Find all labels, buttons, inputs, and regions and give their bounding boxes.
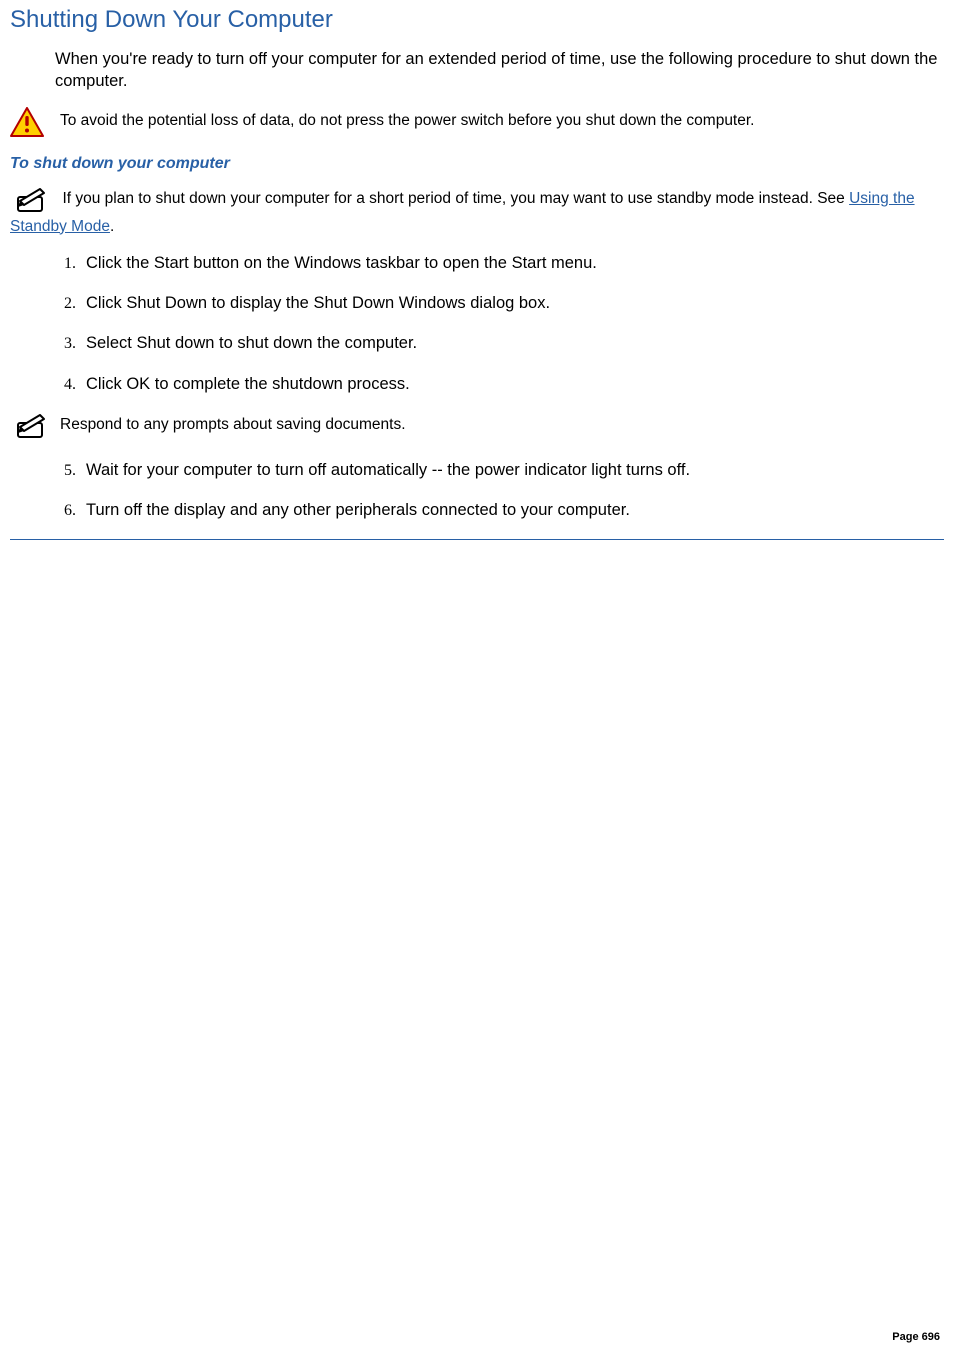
warning-callout: To avoid the potential loss of data, do … <box>10 107 944 137</box>
list-item: Turn off the display and any other perip… <box>80 499 944 521</box>
saving-note: Respond to any prompts about saving docu… <box>10 409 944 441</box>
warning-text: To avoid the potential loss of data, do … <box>60 111 754 132</box>
pencil-note-icon <box>10 183 52 215</box>
list-item: Click OK to complete the shutdown proces… <box>80 373 944 395</box>
list-item: Click Shut Down to display the Shut Down… <box>80 292 944 314</box>
list-item: Select Shut down to shut down the comput… <box>80 332 944 354</box>
page-title: Shutting Down Your Computer <box>10 6 944 34</box>
procedure-list-a: Click the Start button on the Windows ta… <box>50 252 944 395</box>
saving-note-text: Respond to any prompts about saving docu… <box>60 416 406 434</box>
document-page: Shutting Down Your Computer When you're … <box>0 0 954 1351</box>
list-item: Wait for your computer to turn off autom… <box>80 459 944 481</box>
procedure-list-b: Wait for your computer to turn off autom… <box>50 459 944 522</box>
standby-note-pre: If you plan to shut down your computer f… <box>62 190 849 207</box>
standby-note: If you plan to shut down your computer f… <box>10 183 944 238</box>
warning-icon <box>10 107 60 137</box>
pencil-note-icon <box>10 409 60 441</box>
intro-paragraph: When you're ready to turn off your compu… <box>55 48 944 93</box>
section-divider <box>10 539 944 540</box>
page-number: Page 696 <box>892 1331 940 1343</box>
procedure-heading: To shut down your computer <box>10 155 944 173</box>
list-item: Click the Start button on the Windows ta… <box>80 252 944 274</box>
standby-note-post: . <box>110 218 114 235</box>
